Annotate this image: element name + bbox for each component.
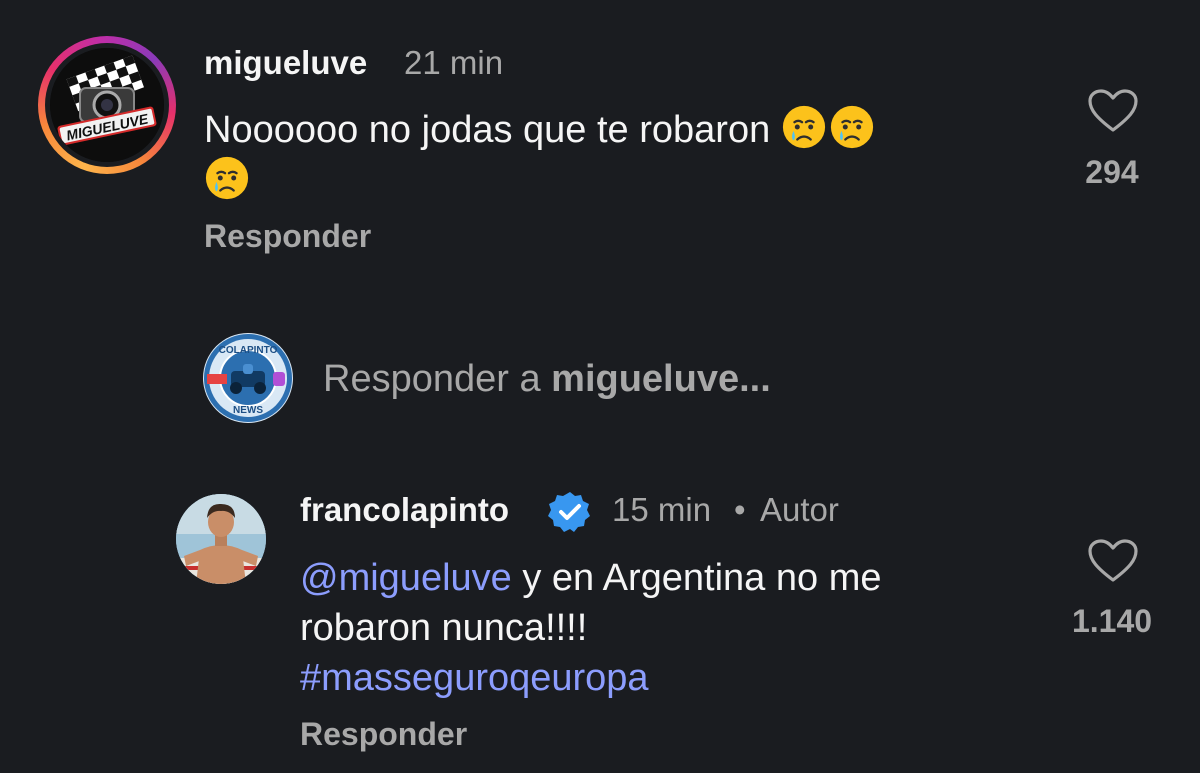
avatar-francolapinto[interactable]	[176, 494, 266, 584]
reply-input-placeholder: Responder a	[323, 358, 552, 400]
reply-input-target: migueluve...	[551, 358, 771, 400]
mention-link[interactable]: @migueluve	[300, 557, 512, 599]
author-badge: Autor	[760, 491, 839, 528]
reply-input[interactable]: Responder a migueluve...	[323, 358, 771, 401]
crying-face-emoji	[205, 156, 249, 200]
avatar-migueluve[interactable]: MIGUELUVE	[38, 36, 176, 174]
verified-badge-icon	[548, 492, 590, 532]
meta-separator: •	[734, 491, 746, 528]
comment-text: @migueluve y en Argentina no me robaron …	[300, 553, 1040, 703]
like-count: 294	[1085, 154, 1139, 190]
comment-username[interactable]: migueluve	[204, 44, 367, 82]
comment-text: Noooooo no jodas que te robaron	[204, 104, 1024, 206]
crying-face-emoji	[830, 105, 873, 149]
avatar-image: MIGUELUVE	[50, 48, 164, 162]
crying-face-emoji	[782, 105, 825, 149]
like-count: 1.140	[1071, 603, 1153, 639]
avatar-top-text: COLAPINTO	[219, 345, 278, 356]
avatar-bottom-text: NEWS	[233, 405, 263, 416]
comments-thread: MIGUELUVE migueluve 21 min Noooooo no jo…	[0, 0, 1200, 773]
comment-text-line1: y en Argentina no me	[511, 557, 882, 599]
comment-text-content: Noooooo no jodas que te robaron	[204, 109, 771, 151]
camera-logo-icon: MIGUELUVE	[50, 48, 164, 162]
comment-text-line2: robaron nunca!!!!	[300, 607, 588, 649]
avatar-photo	[176, 494, 266, 584]
mention-icon: @	[300, 557, 339, 599]
mention-username: migueluve	[338, 557, 512, 599]
reply-button[interactable]: Responder	[300, 716, 467, 753]
comment-timestamp: 21 min	[404, 44, 504, 81]
comment-timestamp: 15 min	[612, 491, 712, 528]
hashtag-link[interactable]: #masseguroqeuropa	[300, 657, 649, 699]
reply-button[interactable]: Responder	[204, 218, 371, 255]
comment-username[interactable]: francolapinto	[300, 491, 509, 529]
avatar-colapinto-news[interactable]: COLAPINTO NEWS	[203, 333, 293, 423]
colapinto-news-logo-icon: COLAPINTO NEWS	[204, 334, 292, 422]
heart-icon[interactable]	[1087, 88, 1139, 134]
heart-icon[interactable]	[1087, 538, 1139, 584]
